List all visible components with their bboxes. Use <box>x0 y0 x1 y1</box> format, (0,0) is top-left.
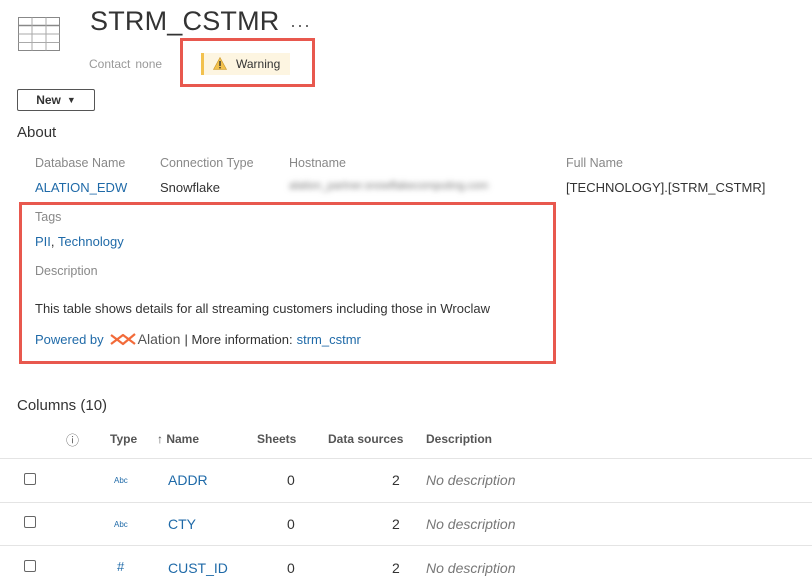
name-column-label: Name <box>166 432 200 446</box>
tags-label: Tags <box>35 210 62 224</box>
page-title: STRM_CSTMR <box>90 6 280 36</box>
column-name-link[interactable]: ADDR <box>168 472 208 488</box>
more-info-link[interactable]: strm_cstmr <box>297 332 361 347</box>
row-checkbox[interactable] <box>24 516 36 528</box>
sort-up-icon: ↑ <box>157 432 163 446</box>
powered-by-link[interactable]: Powered by <box>35 332 104 347</box>
description-column-header[interactable]: Description <box>426 432 492 446</box>
row-divider <box>0 545 812 546</box>
hostname-label: Hostname <box>289 156 346 170</box>
caret-down-icon: ▼ <box>66 95 76 105</box>
contact-label: Contact <box>89 57 131 71</box>
columns-heading: Columns (10) <box>17 397 108 414</box>
column-description: No description <box>426 516 516 532</box>
alation-logo: Alation <box>109 331 181 347</box>
description-label: Description <box>35 264 98 278</box>
type-string-icon: Abc <box>114 476 128 485</box>
warning-icon <box>213 57 227 70</box>
tags-list: PII, Technology <box>35 234 124 249</box>
column-description: No description <box>426 560 516 576</box>
data-sources-column-header[interactable]: Data sources <box>328 432 403 446</box>
alation-wordmark: Alation <box>137 331 181 347</box>
contact-info: Contact none <box>89 57 162 71</box>
hostname-value: alation_partner.snowflakecomputing.com <box>289 180 489 192</box>
name-column-header[interactable]: ↑ Name <box>157 432 199 446</box>
row-checkbox[interactable] <box>24 473 36 485</box>
alation-logo-icon <box>109 333 136 346</box>
full-name-value: [TECHNOLOGY].[STRM_CSTMR] <box>566 180 766 195</box>
tag-separator: , <box>50 234 55 249</box>
full-name-label: Full Name <box>566 156 623 170</box>
new-button-label: New <box>36 93 61 107</box>
tag-technology[interactable]: Technology <box>58 234 124 249</box>
powered-by-row: Powered by Alation | More information: s… <box>35 331 361 347</box>
contact-value: none <box>135 57 163 71</box>
connection-type-value: Snowflake <box>160 180 220 195</box>
row-checkbox[interactable] <box>24 560 36 572</box>
row-divider <box>0 502 812 503</box>
database-name-link[interactable]: ALATION_EDW <box>35 180 127 195</box>
type-string-icon: Abc <box>114 520 128 529</box>
database-name-label: Database Name <box>35 156 126 170</box>
sheets-count: 0 <box>287 516 295 532</box>
column-description: No description <box>426 472 516 488</box>
column-name-link[interactable]: CTY <box>168 516 196 532</box>
data-sources-count: 2 <box>392 560 400 576</box>
data-sources-count: 2 <box>392 472 400 488</box>
table-icon <box>18 17 60 51</box>
about-heading: About <box>17 124 57 141</box>
row-divider <box>0 458 812 459</box>
data-sources-count: 2 <box>392 516 400 532</box>
sheets-count: 0 <box>287 472 295 488</box>
tag-pii[interactable]: PII <box>35 234 51 249</box>
description-text: This table shows details for all streami… <box>35 301 490 316</box>
more-info-label: | More information: <box>184 331 293 347</box>
column-name-link[interactable]: CUST_ID <box>168 560 228 576</box>
new-button[interactable]: New ▼ <box>17 89 95 111</box>
type-column-header[interactable]: Type <box>110 432 137 446</box>
info-icon[interactable]: ⓘ <box>66 430 79 449</box>
more-options-button[interactable]: ··· <box>290 15 311 36</box>
sheets-count: 0 <box>287 560 295 576</box>
connection-type-label: Connection Type <box>160 156 254 170</box>
type-number-icon: # <box>117 559 125 574</box>
warning-label: Warning <box>236 57 281 71</box>
sheets-column-header[interactable]: Sheets <box>257 432 296 446</box>
